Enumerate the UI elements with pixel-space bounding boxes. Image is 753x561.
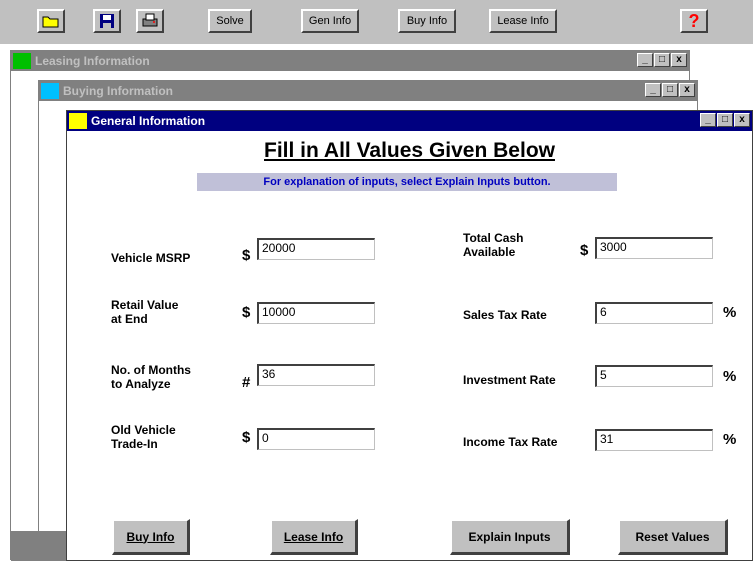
open-button[interactable] xyxy=(37,9,65,33)
print-button[interactable] xyxy=(136,9,164,33)
lease-info-button[interactable]: Lease Info xyxy=(270,519,358,555)
general-titlebar[interactable]: General Information _ □ x xyxy=(67,111,752,131)
total-cash-label: Total Cash Available xyxy=(463,231,524,259)
months-label: No. of Months to Analyze xyxy=(111,363,191,391)
investment-rate-label: Investment Rate xyxy=(463,373,556,387)
page-heading: Fill in All Values Given Below xyxy=(264,139,555,162)
trade-in-label: Old Vehicle Trade-In xyxy=(111,423,176,451)
help-button[interactable]: ? xyxy=(680,9,708,33)
lease-info-toolbar-label: Lease Info xyxy=(497,15,549,27)
general-close-button[interactable]: x xyxy=(734,113,750,127)
sales-tax-input[interactable]: 6 xyxy=(595,302,713,324)
cash-currency-symbol: $ xyxy=(580,242,589,259)
explanation-banner: For explanation of inputs, select Explai… xyxy=(197,173,617,191)
total-cash-input[interactable]: 3000 xyxy=(595,237,713,259)
gen-info-label: Gen Info xyxy=(308,15,352,27)
lease-info-label: Lease Info xyxy=(283,529,344,544)
general-title: General Information xyxy=(91,114,206,128)
leasing-minimize-button[interactable]: _ xyxy=(637,53,653,67)
retail-value-input[interactable]: 10000 xyxy=(257,302,375,324)
msrp-currency-symbol: $ xyxy=(242,247,251,264)
investment-rate-input[interactable]: 5 xyxy=(595,365,713,387)
sales-tax-label: Sales Tax Rate xyxy=(463,308,547,322)
trade-in-currency-symbol: $ xyxy=(242,429,251,446)
buying-window-icon xyxy=(41,83,59,99)
trade-in-input[interactable]: 0 xyxy=(257,428,375,450)
buying-title: Buying Information xyxy=(63,84,173,98)
months-input[interactable]: 36 xyxy=(257,364,375,386)
leasing-titlebar[interactable]: Leasing Information _ □ x xyxy=(11,51,689,71)
printer-icon xyxy=(142,13,158,27)
reset-values-label: Reset Values xyxy=(635,529,710,544)
save-disk-icon xyxy=(100,14,114,28)
leasing-restore-button[interactable]: □ xyxy=(654,53,670,67)
buying-close-button[interactable]: x xyxy=(679,83,695,97)
general-window-icon xyxy=(69,113,87,129)
buying-titlebar[interactable]: Buying Information _ □ x xyxy=(39,81,697,101)
help-icon: ? xyxy=(688,10,700,31)
gen-info-button[interactable]: Gen Info xyxy=(301,9,359,33)
msrp-label: Vehicle MSRP xyxy=(111,251,191,265)
explain-inputs-label: Explain Inputs xyxy=(468,529,551,544)
retail-value-label: Retail Value at End xyxy=(111,298,179,326)
sales-tax-percent-symbol: % xyxy=(723,304,737,321)
leasing-window-icon xyxy=(13,53,31,69)
general-restore-button[interactable]: □ xyxy=(717,113,733,127)
vehicle-msrp-input[interactable]: 20000 xyxy=(257,238,375,260)
income-tax-input[interactable]: 31 xyxy=(595,429,713,451)
months-hash-symbol: # xyxy=(242,374,251,391)
reset-values-button[interactable]: Reset Values xyxy=(618,519,728,555)
buy-info-toolbar-button[interactable]: Buy Info xyxy=(398,9,456,33)
retail-currency-symbol: $ xyxy=(242,304,251,321)
solve-button[interactable]: Solve xyxy=(208,9,252,33)
investment-percent-symbol: % xyxy=(723,368,737,385)
save-button[interactable] xyxy=(93,9,121,33)
open-folder-icon xyxy=(42,16,59,28)
general-minimize-button[interactable]: _ xyxy=(700,113,716,127)
leasing-title: Leasing Information xyxy=(35,54,150,68)
leasing-window-edge xyxy=(11,531,41,561)
general-information-window: General Information _ □ x Fill in All Va… xyxy=(66,110,753,561)
buying-minimize-button[interactable]: _ xyxy=(645,83,661,97)
buying-window-edge xyxy=(39,531,67,561)
solve-label: Solve xyxy=(216,15,244,27)
buying-restore-button[interactable]: □ xyxy=(662,83,678,97)
buy-info-button[interactable]: Buy Info xyxy=(112,519,190,555)
buy-info-toolbar-label: Buy Info xyxy=(406,15,448,27)
leasing-close-button[interactable]: x xyxy=(671,53,687,67)
income-tax-label: Income Tax Rate xyxy=(463,435,558,449)
buy-info-label: Buy Info xyxy=(126,529,175,544)
lease-info-toolbar-button[interactable]: Lease Info xyxy=(489,9,557,33)
toolbar: Solve Gen Info Buy Info Lease Info ? xyxy=(0,0,753,45)
income-tax-percent-symbol: % xyxy=(723,431,737,448)
explain-inputs-button[interactable]: Explain Inputs xyxy=(450,519,570,555)
